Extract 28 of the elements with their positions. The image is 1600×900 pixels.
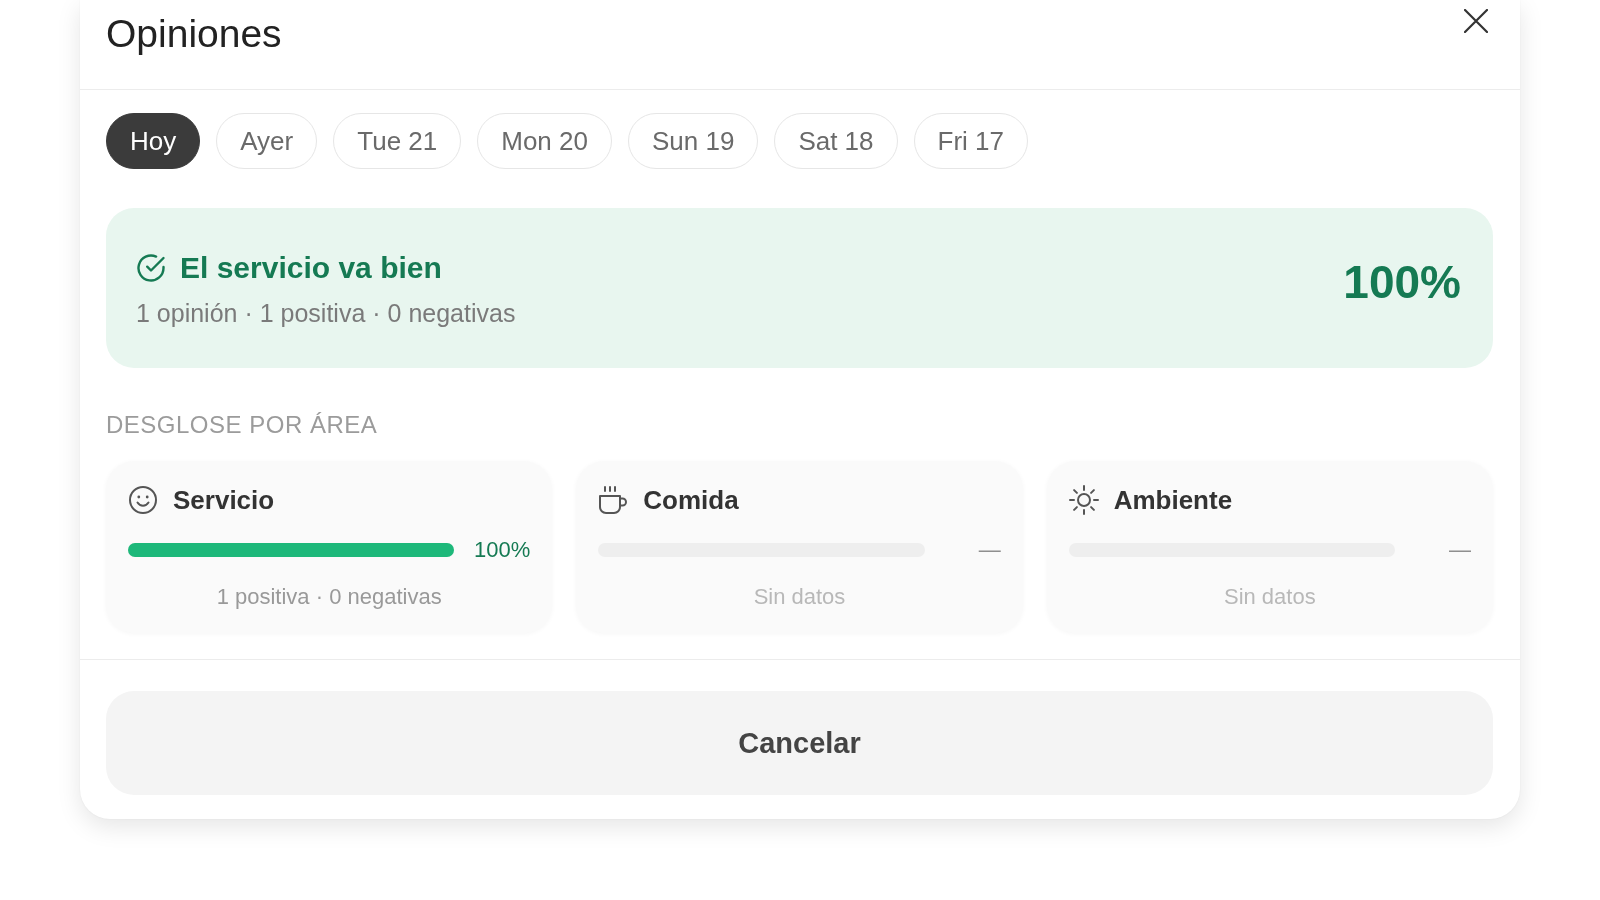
summary-detail: 1 opinión · 1 positiva · 0 negativas bbox=[136, 298, 516, 328]
area-percent: — bbox=[1449, 538, 1471, 562]
day-tab[interactable]: Sat 18 bbox=[774, 113, 898, 169]
smiley-icon bbox=[128, 485, 158, 515]
area-percent: 100% bbox=[474, 538, 531, 562]
area-title: Ambiente bbox=[1113, 485, 1233, 515]
area-title: Servicio bbox=[173, 485, 275, 515]
sun-icon bbox=[1068, 485, 1099, 515]
day-tab[interactable]: Hoy bbox=[106, 113, 201, 169]
day-tab[interactable]: Sun 19 bbox=[627, 113, 759, 169]
close-icon bbox=[1464, 9, 1488, 33]
cup-icon bbox=[598, 485, 629, 515]
day-tab[interactable]: Mon 20 bbox=[477, 113, 612, 169]
score-percent: 100% bbox=[1343, 255, 1461, 309]
day-tab[interactable]: Ayer bbox=[216, 113, 318, 169]
dialog-title: Opiniones bbox=[106, 12, 282, 56]
close-button[interactable] bbox=[1462, 7, 1490, 35]
area-percent: — bbox=[978, 538, 1001, 562]
area-caption: Sin datos bbox=[1222, 583, 1317, 611]
area-title: Comida bbox=[643, 485, 739, 515]
area-caption: 1 positiva · 0 negativas bbox=[215, 583, 443, 611]
day-tab[interactable]: Tue 21 bbox=[333, 113, 462, 169]
summary-title: El servicio va bien bbox=[180, 250, 442, 286]
check-circle-icon bbox=[136, 253, 166, 283]
cancel-button[interactable]: Cancelar bbox=[106, 691, 1493, 795]
section-heading: DESGLOSE POR ÁREA bbox=[106, 410, 379, 440]
day-tab[interactable]: Fri 17 bbox=[913, 113, 1028, 169]
area-caption: Sin datos bbox=[752, 583, 847, 611]
